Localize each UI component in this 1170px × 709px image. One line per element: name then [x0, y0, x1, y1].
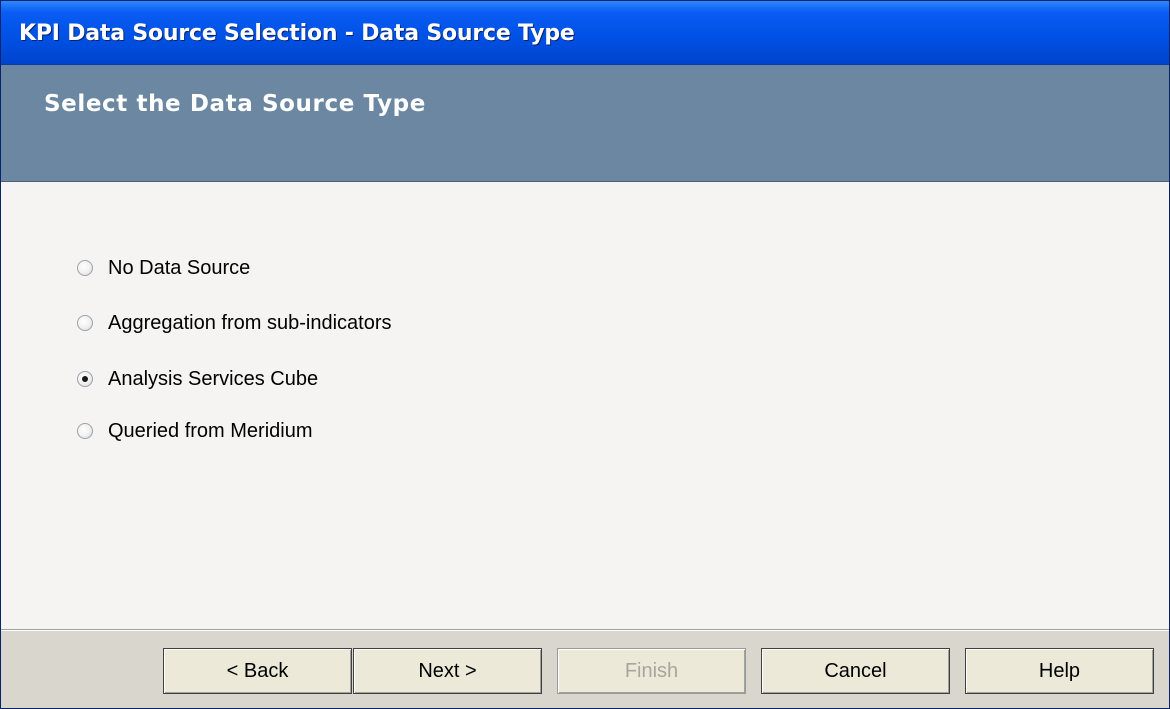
options-panel: No Data Source Aggregation from sub-indi…: [1, 182, 1169, 629]
option-label: Queried from Meridium: [108, 419, 313, 442]
wizard-window: KPI Data Source Selection - Data Source …: [0, 0, 1170, 709]
header-banner: Select the Data Source Type: [1, 65, 1169, 182]
cancel-button[interactable]: Cancel: [761, 648, 950, 694]
button-bar: < Back Next > Finish Cancel Help: [1, 631, 1169, 708]
back-button[interactable]: < Back: [163, 648, 352, 694]
option-label: Analysis Services Cube: [108, 367, 319, 390]
finish-button[interactable]: Finish: [557, 648, 746, 694]
radio-aggregation[interactable]: [77, 315, 93, 331]
page-heading: Select the Data Source Type: [44, 91, 426, 117]
option-analysis-services-cube[interactable]: Analysis Services Cube: [77, 367, 318, 391]
title-bar[interactable]: KPI Data Source Selection - Data Source …: [1, 1, 1169, 65]
window-title: KPI Data Source Selection - Data Source …: [19, 21, 575, 46]
option-label: No Data Source: [108, 256, 251, 279]
help-button[interactable]: Help: [965, 648, 1154, 694]
radio-no-data-source[interactable]: [77, 260, 93, 276]
option-aggregation[interactable]: Aggregation from sub-indicators: [77, 311, 391, 335]
next-button[interactable]: Next >: [353, 648, 542, 694]
radio-queried-from-meridium[interactable]: [77, 423, 93, 439]
option-queried-from-meridium[interactable]: Queried from Meridium: [77, 419, 313, 443]
option-label: Aggregation from sub-indicators: [108, 311, 392, 334]
option-no-data-source[interactable]: No Data Source: [77, 256, 250, 280]
radio-analysis-services-cube[interactable]: [77, 371, 93, 387]
